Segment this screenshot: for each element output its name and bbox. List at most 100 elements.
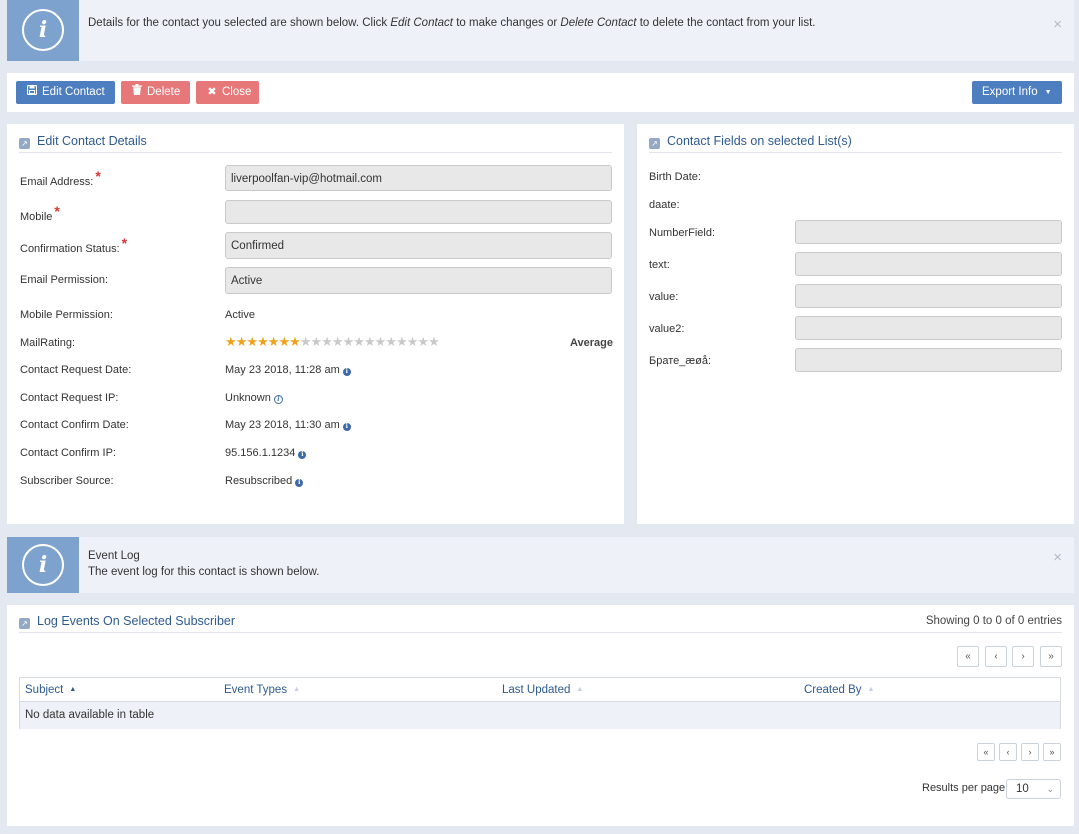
sort-icon: ▲	[576, 686, 584, 693]
contact-details-title-text: Edit Contact Details	[37, 134, 147, 148]
info-icon[interactable]: i	[342, 368, 351, 376]
star-icon: ★	[417, 334, 430, 349]
delete-label: Delete	[147, 86, 181, 98]
msg-text: to delete the contact from your list.	[636, 17, 816, 29]
panel-expand-icon: ↗	[19, 138, 30, 149]
info-alert: i Details for the contact you selected a…	[7, 0, 1074, 61]
divider	[19, 152, 612, 153]
empty-table-message: No data available in table	[25, 709, 155, 721]
confirm-date-label: Contact Confirm Date:	[20, 419, 129, 431]
confirmation-status-field[interactable]: Confirmed	[225, 232, 612, 259]
required-marker: *	[121, 235, 128, 251]
contact-fields-title: ↗ Contact Fields on selected List(s)	[649, 134, 852, 149]
info-icon[interactable]: i	[298, 451, 307, 459]
info-alert-message: Details for the contact you selected are…	[88, 17, 815, 29]
star-icon: ★	[406, 334, 419, 349]
first-page-button[interactable]: «	[977, 743, 995, 761]
first-page-button[interactable]: «	[957, 646, 979, 667]
text-field-input[interactable]	[795, 252, 1062, 276]
star-icon: ★	[342, 334, 355, 349]
trash-icon	[131, 81, 143, 104]
mobile-field[interactable]	[225, 200, 612, 224]
divider	[649, 152, 1062, 153]
star-icon: ★	[321, 334, 333, 349]
cyrillic-field-label: Брате_æøå:	[649, 355, 712, 367]
info-icon: i	[22, 9, 64, 51]
panel-expand-icon: ↗	[649, 138, 660, 149]
log-events-title-text: Log Events On Selected Subscriber	[37, 614, 236, 628]
birth-date-label: Birth Date:	[649, 171, 701, 183]
results-per-page-select[interactable]: 10 ⌄	[1006, 779, 1061, 799]
sort-icon: ▲	[867, 686, 875, 693]
contact-details-title: ↗ Edit Contact Details	[19, 134, 147, 149]
request-date-value: May 23 2018, 11:28 am i	[225, 364, 351, 376]
mail-rating-stars: ★★★★★★★★★★★★★★★★★★★★	[225, 334, 440, 349]
event-log-alert-title: Event Log	[88, 550, 140, 562]
email-permission-field[interactable]: Active	[225, 267, 612, 294]
mail-rating-text: Average	[570, 337, 614, 349]
column-event-types[interactable]: Event Types ▲	[224, 684, 300, 696]
star-icon: ★	[246, 334, 259, 349]
confirm-date-value: May 23 2018, 11:30 am i	[225, 419, 351, 431]
close-label: Close	[222, 86, 252, 98]
mail-rating-label: MailRating:	[20, 337, 76, 349]
star-icon: ★	[331, 334, 344, 349]
next-page-button[interactable]: ›	[1021, 743, 1039, 761]
info-outline-icon[interactable]: i	[273, 395, 283, 404]
column-subject[interactable]: Subject ▲	[25, 684, 76, 696]
delete-button[interactable]: Delete	[121, 81, 190, 104]
msg-edit-emph: Edit Contact	[390, 17, 454, 29]
number-field-input[interactable]	[795, 220, 1062, 244]
confirm-ip-label: Contact Confirm IP:	[20, 447, 116, 459]
star-icon: ★	[396, 334, 408, 349]
column-created-by[interactable]: Created By ▲	[804, 684, 874, 696]
request-ip-label: Contact Request IP:	[20, 392, 119, 404]
required-marker: *	[54, 203, 60, 219]
action-toolbar: Edit Contact Delete ✖ Close Export Info ▼	[7, 73, 1074, 112]
close-button[interactable]: ✖ Close	[196, 81, 259, 104]
last-page-button[interactable]: »	[1043, 743, 1061, 761]
cyrillic-field-input[interactable]	[795, 348, 1062, 372]
request-date-label: Contact Request Date:	[20, 364, 132, 376]
close-icon[interactable]: ×	[1053, 550, 1062, 565]
daate-label: daate:	[649, 199, 680, 211]
text-field-label: text:	[649, 259, 670, 271]
last-page-button[interactable]: »	[1040, 646, 1062, 667]
prev-page-button[interactable]: ‹	[985, 646, 1007, 667]
info-icon: i	[22, 544, 64, 586]
mobile-permission-label: Mobile Permission:	[20, 309, 113, 321]
info-icon[interactable]: i	[342, 423, 351, 431]
contact-fields-title-text: Contact Fields on selected List(s)	[667, 134, 852, 148]
star-icon: ★	[363, 334, 376, 349]
caret-down-icon: ▼	[1044, 89, 1052, 96]
divider	[19, 632, 1062, 633]
email-field[interactable]: liverpoolfan-vip@hotmail.com	[225, 165, 612, 191]
subscriber-source-label: Subscriber Source:	[20, 475, 114, 487]
info-icon-box: i	[7, 537, 79, 593]
msg-text: to make changes or	[453, 17, 561, 29]
export-info-button[interactable]: Export Info ▼	[972, 81, 1062, 104]
panel-expand-icon: ↗	[19, 618, 30, 629]
close-icon[interactable]: ×	[1053, 17, 1062, 32]
info-icon[interactable]: i	[295, 479, 304, 487]
results-per-page-value: 10	[1016, 783, 1029, 795]
request-ip-value: Unknown i	[225, 392, 283, 404]
sort-icon: ▲	[293, 686, 301, 693]
prev-page-button[interactable]: ‹	[999, 743, 1017, 761]
info-icon-box: i	[7, 0, 79, 61]
value-field-label: value:	[649, 291, 679, 303]
edit-contact-button[interactable]: Edit Contact	[16, 81, 115, 104]
column-last-updated[interactable]: Last Updated ▲	[502, 684, 583, 696]
confirmation-status-label: Confirmation Status: *	[20, 235, 128, 255]
log-events-title: ↗ Log Events On Selected Subscriber	[19, 614, 235, 629]
event-log-alert-message: The event log for this contact is shown …	[88, 566, 320, 578]
next-page-button[interactable]: ›	[1012, 646, 1034, 667]
value2-field-label: value2:	[649, 323, 685, 335]
value2-field-input[interactable]	[795, 316, 1062, 340]
star-icon: ★	[267, 334, 280, 349]
star-icon: ★	[385, 334, 397, 349]
star-icon: ★	[428, 334, 440, 349]
results-per-page-label: Results per page	[922, 782, 1006, 794]
value-field-input[interactable]	[795, 284, 1062, 308]
msg-delete-emph: Delete Contact	[560, 17, 637, 29]
